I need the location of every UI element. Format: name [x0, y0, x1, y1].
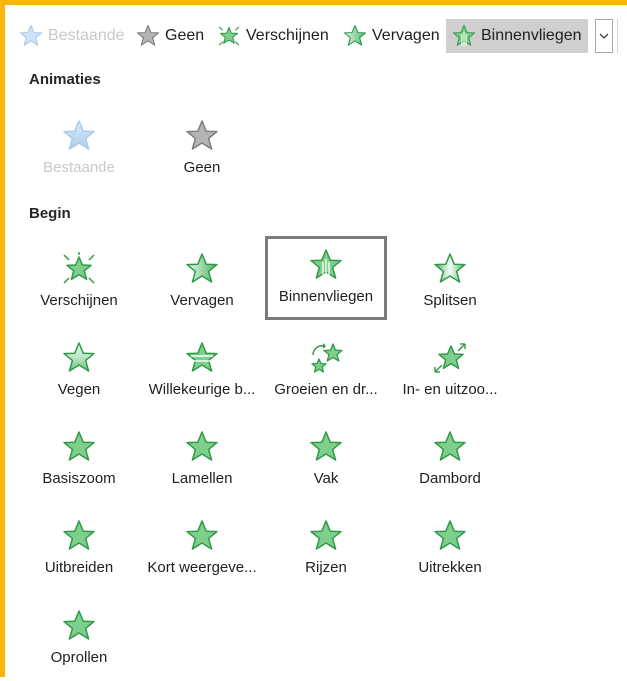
- toolbar-item-label: Bestaande: [48, 27, 125, 44]
- star-gray-icon: [136, 24, 160, 48]
- gallery-item-in-en-uitzoomen[interactable]: In- en uitzoo...: [389, 329, 511, 413]
- gallery-item-kort-weergeven[interactable]: Kort weergeve...: [141, 507, 263, 591]
- gallery-item-label: Uitrekken: [418, 559, 482, 576]
- section-title-begin: Begin: [29, 205, 71, 222]
- star-icon: [309, 430, 343, 464]
- gallery-item-willekeurige-balken[interactable]: Willekeurige b...: [141, 329, 263, 413]
- star-icon: [433, 430, 467, 464]
- section-title-animaties: Animaties: [29, 71, 101, 88]
- gallery-item-label: Dambord: [419, 470, 481, 487]
- gallery-item-label: Vak: [313, 470, 339, 487]
- gallery-item-label: Rijzen: [305, 559, 347, 576]
- gallery-item-label: Kort weergeve...: [147, 559, 257, 576]
- gallery-item-vak[interactable]: Vak: [265, 418, 387, 502]
- gallery-item-verschijnen[interactable]: Verschijnen: [18, 240, 140, 324]
- gallery-item-label: Geen: [183, 159, 221, 176]
- toolbar-item-label: Geen: [165, 27, 205, 44]
- gallery-item-label: Vegen: [57, 381, 101, 398]
- gallery-item-rijzen[interactable]: Rijzen: [265, 507, 387, 591]
- gallery-item-binnenvliegen[interactable]: Binnenvliegen: [265, 236, 387, 320]
- toolbar-item-label: Vervagen: [372, 27, 440, 44]
- toolbar-item-label: Verschijnen: [246, 27, 329, 44]
- star-fade-icon: [343, 24, 367, 48]
- toolbar-divider: [617, 19, 618, 53]
- star-fade-icon: [185, 252, 219, 286]
- gallery-item-dambord[interactable]: Dambord: [389, 418, 511, 502]
- gallery-item-oprollen[interactable]: Oprollen: [18, 597, 140, 681]
- gallery-item-lamellen[interactable]: Lamellen: [141, 418, 263, 502]
- star-icon: [185, 519, 219, 553]
- gallery-item-basiszoom[interactable]: Basiszoom: [18, 418, 140, 502]
- star-icon: [62, 609, 96, 643]
- star-icon: [309, 519, 343, 553]
- gallery-item-uitbreiden[interactable]: Uitbreiden: [18, 507, 140, 591]
- gallery-item-vervagen[interactable]: Vervagen: [141, 240, 263, 324]
- star-blue-icon: [19, 24, 43, 48]
- star-grow-turn-icon: [309, 341, 343, 375]
- toolbar-item-verschijnen[interactable]: Verschijnen: [217, 19, 329, 53]
- star-zoom-icon: [433, 341, 467, 375]
- star-bars-icon: [185, 341, 219, 375]
- star-icon: [185, 430, 219, 464]
- gallery-item-label: In- en uitzoo...: [402, 381, 498, 398]
- gallery-item-bestaande[interactable]: Bestaande: [18, 107, 140, 191]
- gallery-item-label: Uitbreiden: [44, 559, 114, 576]
- toolbar-item-bestaande[interactable]: Bestaande: [19, 19, 125, 53]
- star-fly-in-icon: [309, 248, 343, 282]
- gallery-item-label: Bestaande: [43, 159, 115, 176]
- gallery-item-label: Binnenvliegen: [278, 288, 374, 305]
- gallery-item-label: Verschijnen: [40, 292, 118, 309]
- toolbar-item-geen[interactable]: Geen: [136, 19, 204, 53]
- gallery-item-vegen[interactable]: Vegen: [18, 329, 140, 413]
- gallery-item-label: Splitsen: [423, 292, 477, 309]
- toolbar-item-binnenvliegen[interactable]: Binnenvliegen: [446, 19, 588, 53]
- animation-toolbar: Bestaande Geen Verschijnen Vervagen Binn…: [5, 5, 627, 65]
- gallery-item-label: Lamellen: [171, 470, 233, 487]
- toolbar-item-label: Binnenvliegen: [481, 27, 582, 44]
- star-icon: [62, 430, 96, 464]
- gallery-item-groeien-en-draaien[interactable]: Groeien en dr...: [265, 329, 387, 413]
- gallery-dropdown-button[interactable]: [595, 19, 613, 53]
- gallery-item-uitrekken[interactable]: Uitrekken: [389, 507, 511, 591]
- star-split-icon: [433, 252, 467, 286]
- gallery-item-label: Vervagen: [170, 292, 234, 309]
- gallery-item-splitsen[interactable]: Splitsen: [389, 240, 511, 324]
- star-burst-icon: [62, 252, 96, 286]
- gallery-item-label: Oprollen: [50, 649, 108, 666]
- star-burst-icon: [217, 24, 241, 48]
- star-icon: [62, 519, 96, 553]
- gallery-item-label: Groeien en dr...: [274, 381, 378, 398]
- star-wipe-icon: [62, 341, 96, 375]
- gallery-item-label: Basiszoom: [42, 470, 116, 487]
- star-icon: [433, 519, 467, 553]
- star-blue-icon: [62, 119, 96, 153]
- gallery-item-label: Willekeurige b...: [148, 381, 256, 398]
- chevron-down-icon: [599, 33, 609, 40]
- star-fly-in-icon: [452, 24, 476, 48]
- toolbar-item-vervagen[interactable]: Vervagen: [343, 19, 440, 53]
- gallery-item-geen[interactable]: Geen: [141, 107, 263, 191]
- star-gray-icon: [185, 119, 219, 153]
